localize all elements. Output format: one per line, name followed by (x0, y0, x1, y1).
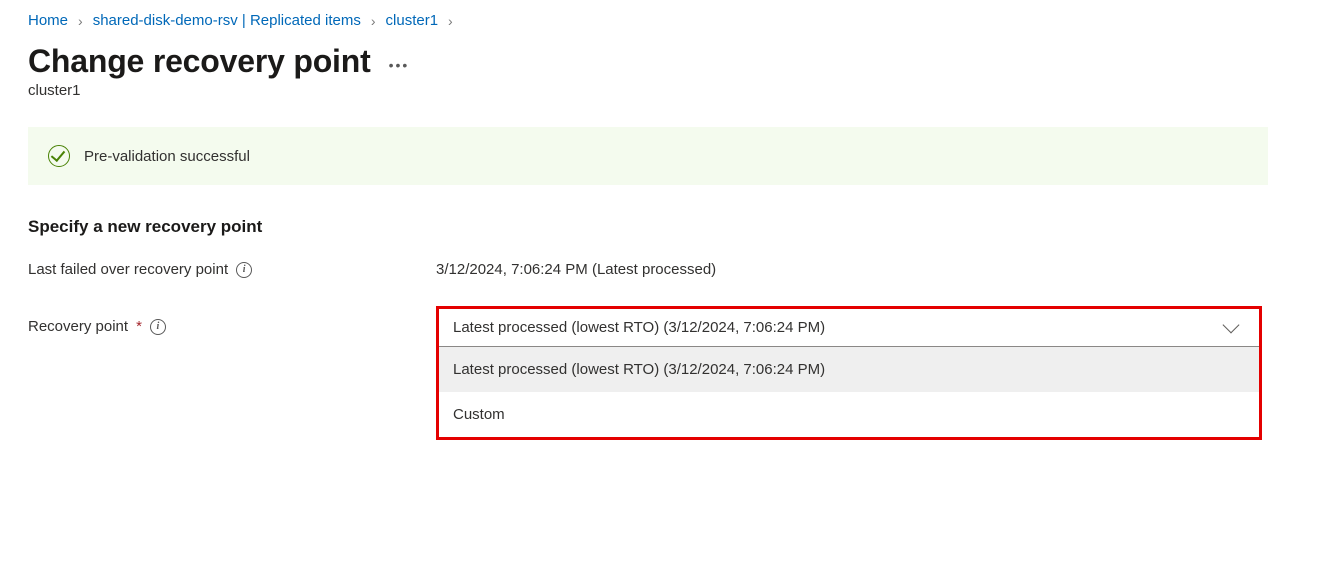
option-latest-processed[interactable]: Latest processed (lowest RTO) (3/12/2024… (439, 347, 1259, 392)
info-icon[interactable]: i (236, 262, 252, 278)
last-failed-over-value: 3/12/2024, 7:06:24 PM (Latest processed) (436, 261, 716, 278)
validation-notice: Pre-validation successful (28, 127, 1268, 185)
recovery-point-dropdown: Latest processed (lowest RTO) (3/12/2024… (436, 306, 1262, 440)
info-icon[interactable]: i (150, 319, 166, 335)
chevron-down-icon (1223, 316, 1240, 333)
page-subtitle: cluster1 (28, 82, 1296, 99)
last-failed-over-label: Last failed over recovery point (28, 261, 228, 278)
breadcrumb: Home › shared-disk-demo-rsv | Replicated… (28, 12, 1296, 29)
selected-value: Latest processed (lowest RTO) (3/12/2024… (453, 319, 825, 336)
success-check-icon (48, 145, 70, 167)
chevron-right-icon: › (371, 13, 376, 29)
required-asterisk: * (136, 318, 142, 335)
option-custom[interactable]: Custom (439, 392, 1259, 437)
breadcrumb-replicated-items[interactable]: shared-disk-demo-rsv | Replicated items (93, 12, 361, 29)
breadcrumb-cluster[interactable]: cluster1 (386, 12, 439, 29)
recovery-point-select[interactable]: Latest processed (lowest RTO) (3/12/2024… (439, 309, 1259, 347)
more-actions-button[interactable]: ••• (389, 51, 410, 73)
validation-message: Pre-validation successful (84, 148, 250, 165)
chevron-right-icon: › (78, 13, 83, 29)
section-heading: Specify a new recovery point (28, 217, 1296, 237)
recovery-point-label: Recovery point (28, 318, 128, 335)
breadcrumb-home[interactable]: Home (28, 12, 68, 29)
page-title: Change recovery point (28, 43, 371, 80)
chevron-right-icon: › (448, 13, 453, 29)
